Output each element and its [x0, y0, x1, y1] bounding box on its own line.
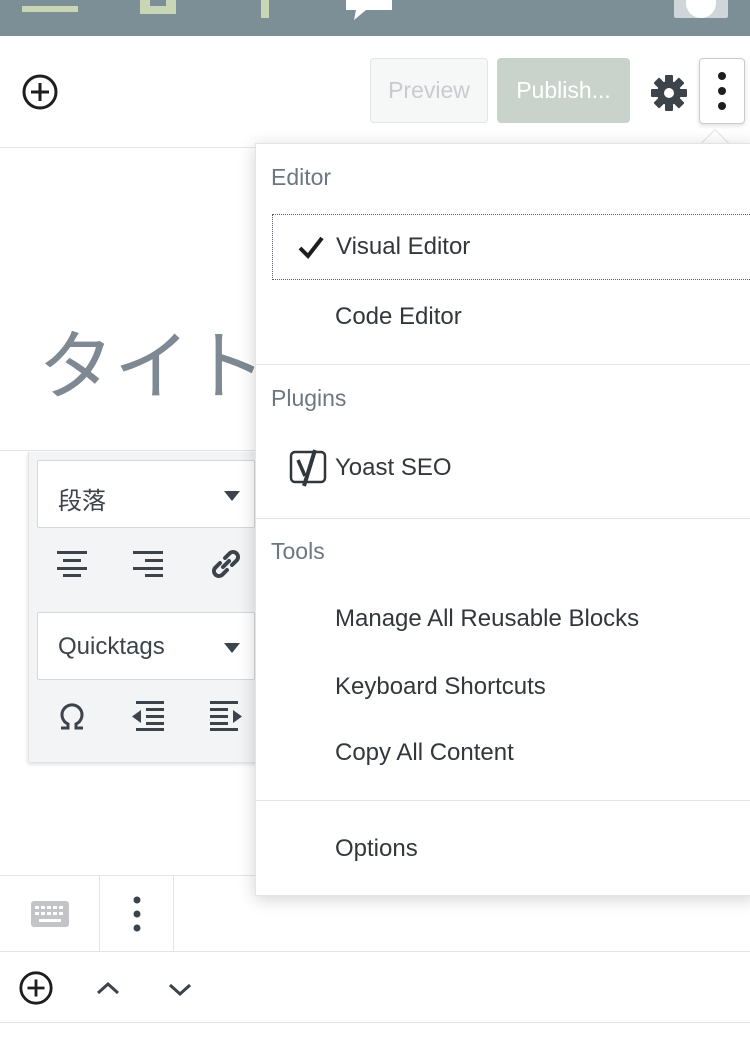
chevron-down-icon [168, 983, 192, 997]
menu-item-label: Options [335, 835, 418, 862]
menu-item-options[interactable]: Options [272, 816, 750, 882]
lock-icon[interactable] [140, 0, 180, 16]
yoast-icon [289, 449, 327, 487]
menu-item-label: Yoast SEO [335, 454, 452, 481]
outdent-button[interactable] [126, 694, 170, 738]
align-center-button[interactable] [50, 542, 94, 586]
menu-group-label: Editor [271, 164, 332, 190]
preview-button[interactable]: Preview [370, 58, 488, 123]
link-icon [212, 550, 240, 578]
quicktags-select-value: Quicktags [58, 633, 165, 660]
menu-item-label: Visual Editor [336, 233, 471, 260]
more-tools-menu: Editor Visual Editor Code Editor Plugins… [255, 143, 750, 896]
gear-icon [651, 75, 687, 111]
plus-circle-icon [19, 971, 53, 1005]
chevron-down-icon [224, 491, 240, 501]
footer-toolbar [0, 951, 750, 1023]
align-right-icon [133, 551, 163, 577]
menu-item-visual-editor[interactable]: Visual Editor [272, 214, 750, 280]
menu-item-code-editor[interactable]: Code Editor [272, 284, 750, 350]
plus-icon[interactable] [255, 0, 275, 20]
move-down-button[interactable] [158, 968, 202, 1012]
menu-item-copy-all-content[interactable]: Copy All Content [272, 720, 750, 786]
check-icon [298, 236, 324, 260]
keyboard-icon [30, 901, 69, 927]
chevron-down-icon [224, 643, 240, 653]
align-center-icon [57, 551, 87, 577]
divider [256, 364, 750, 365]
admin-bar [0, 0, 750, 36]
menu-item-label: Code Editor [335, 303, 462, 330]
menu-item-manage-reusable-blocks[interactable]: Manage All Reusable Blocks [272, 586, 750, 652]
vertical-ellipsis-icon [133, 896, 140, 932]
bottom-toolbar [0, 875, 260, 952]
add-block-button[interactable] [18, 70, 62, 114]
format-select-value: 段落 [58, 488, 106, 515]
vertical-ellipsis-icon [718, 72, 726, 110]
indent-button[interactable] [204, 694, 248, 738]
indent-icon [210, 701, 242, 731]
divider [256, 800, 750, 801]
menu-group-label: Plugins [271, 385, 347, 411]
menu-item-yoast-seo[interactable]: Yoast SEO [272, 435, 750, 501]
menu-item-label: Keyboard Shortcuts [335, 673, 546, 700]
link-button[interactable] [204, 542, 248, 586]
menu-group-label: Tools [271, 538, 325, 564]
divider [256, 518, 750, 519]
menu-item-label: Copy All Content [335, 739, 514, 766]
move-up-button[interactable] [86, 966, 130, 1010]
quicktags-select[interactable]: Quicktags [37, 612, 255, 680]
format-select[interactable]: 段落 [37, 460, 255, 528]
outdent-icon [132, 701, 164, 731]
omega-icon [60, 703, 84, 730]
avatar[interactable] [674, 0, 728, 18]
divider [0, 450, 260, 451]
align-right-button[interactable] [126, 542, 170, 586]
menu-item-label: Manage All Reusable Blocks [335, 605, 640, 632]
keyboard-button[interactable] [0, 876, 100, 952]
block-toolbar: 段落 Quicktags [28, 452, 260, 762]
special-character-button[interactable] [50, 694, 94, 738]
editor-header: Preview Publish... [0, 36, 750, 148]
menu-icon[interactable] [22, 0, 78, 16]
block-more-button[interactable] [100, 876, 174, 952]
post-title[interactable]: タイト [38, 305, 266, 415]
settings-button[interactable] [648, 72, 690, 114]
comment-icon[interactable] [336, 0, 396, 22]
publish-button[interactable]: Publish... [497, 58, 630, 123]
more-tools-button[interactable] [699, 58, 745, 124]
chevron-up-icon [96, 981, 120, 995]
add-block-button-bottom[interactable] [14, 966, 58, 1010]
plus-circle-icon [22, 74, 58, 110]
menu-item-keyboard-shortcuts[interactable]: Keyboard Shortcuts [272, 654, 750, 720]
